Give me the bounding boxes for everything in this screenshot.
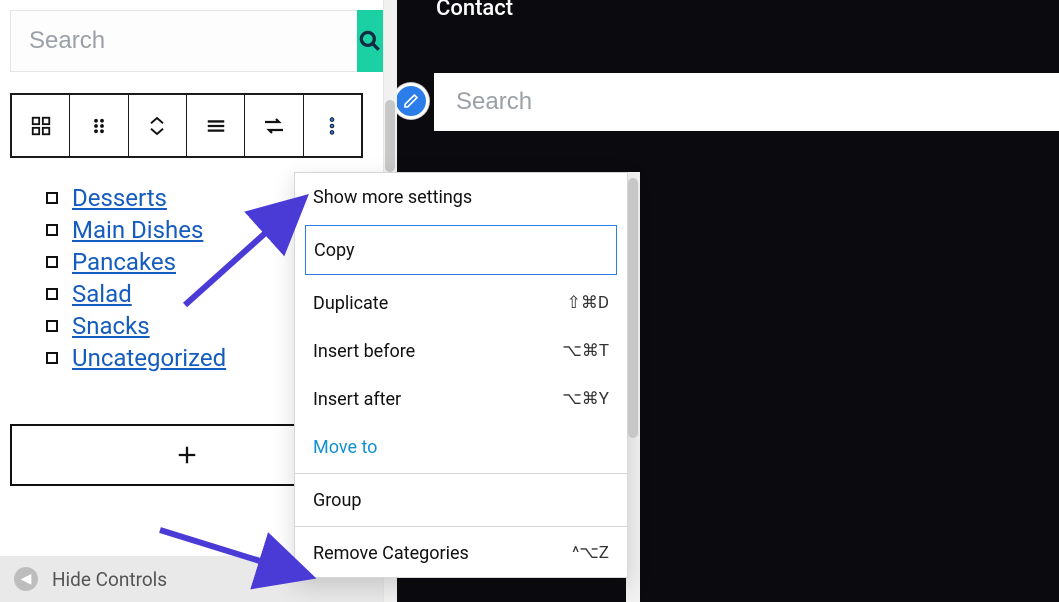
- menu-item-label: Duplicate: [313, 293, 388, 314]
- list-item: Snacks: [46, 312, 226, 340]
- menu-duplicate[interactable]: Duplicate ⇧⌘D: [295, 279, 627, 327]
- toolbar-transform[interactable]: [245, 95, 303, 156]
- category-link[interactable]: Pancakes: [72, 248, 176, 276]
- preview-search-input[interactable]: [456, 88, 1037, 116]
- edit-block-button[interactable]: [393, 83, 429, 119]
- menu-separator: [295, 526, 627, 527]
- search-icon: [357, 28, 383, 54]
- menu-remove[interactable]: Remove Categories ^⌥Z: [295, 529, 627, 577]
- menu-item-label: Move to: [313, 437, 377, 458]
- menu-scrollbar-thumb[interactable]: [628, 178, 638, 438]
- menu-group[interactable]: Group: [295, 476, 627, 524]
- list-item: Main Dishes: [46, 216, 226, 244]
- toolbar-more-options[interactable]: [304, 95, 361, 156]
- block-toolbar: [10, 93, 363, 158]
- chevron-up-icon: [148, 116, 166, 126]
- toolbar-drag-handle[interactable]: [70, 95, 128, 156]
- bullet-icon: [46, 224, 58, 236]
- bullet-icon: [46, 352, 58, 364]
- widget-search-input[interactable]: [10, 10, 357, 72]
- menu-show-more-settings[interactable]: Show more settings: [295, 173, 627, 221]
- category-link[interactable]: Main Dishes: [72, 216, 203, 244]
- widget-search: [10, 10, 363, 72]
- list-item: Uncategorized: [46, 344, 226, 372]
- menu-copy[interactable]: Copy: [305, 225, 617, 275]
- menu-item-shortcut: ⌥⌘Y: [562, 389, 609, 409]
- menu-item-shortcut: ⇧⌘D: [567, 293, 609, 313]
- hide-controls-label: Hide Controls: [52, 568, 167, 591]
- pencil-icon: [403, 93, 419, 109]
- bullet-icon: [46, 192, 58, 204]
- menu-item-label: Remove Categories: [313, 543, 469, 564]
- category-link[interactable]: Uncategorized: [72, 344, 226, 372]
- toolbar-align[interactable]: [187, 95, 245, 156]
- chevron-left-icon: ◀: [14, 567, 38, 591]
- list-item: Pancakes: [46, 248, 226, 276]
- plus-icon: [176, 444, 198, 466]
- align-icon: [205, 115, 227, 137]
- chevron-down-icon: [148, 126, 166, 136]
- menu-insert-before[interactable]: Insert before ⌥⌘T: [295, 327, 627, 375]
- swap-icon: [262, 114, 286, 138]
- menu-item-label: Group: [313, 490, 361, 511]
- categories-list: Desserts Main Dishes Pancakes Salad Snac…: [46, 180, 226, 376]
- menu-item-label: Show more settings: [313, 187, 472, 208]
- category-link[interactable]: Desserts: [72, 184, 167, 212]
- widget-search-button[interactable]: [357, 10, 383, 72]
- menu-item-label: Insert after: [313, 389, 401, 410]
- menu-separator: [295, 473, 627, 474]
- grid-icon: [30, 115, 52, 137]
- toolbar-move[interactable]: [129, 95, 187, 156]
- menu-item-shortcut: ^⌥Z: [572, 543, 609, 563]
- list-item: Desserts: [46, 184, 226, 212]
- list-item: Salad: [46, 280, 226, 308]
- menu-insert-after[interactable]: Insert after ⌥⌘Y: [295, 375, 627, 423]
- menu-item-shortcut: ⌥⌘T: [562, 341, 609, 361]
- more-vertical-icon: [321, 115, 343, 137]
- bullet-icon: [46, 320, 58, 332]
- category-link[interactable]: Snacks: [72, 312, 150, 340]
- bullet-icon: [46, 256, 58, 268]
- menu-item-label: Insert before: [313, 341, 415, 362]
- block-options-menu: Show more settings Copy Duplicate ⇧⌘D Ins…: [294, 172, 628, 578]
- preview-search-field[interactable]: [434, 73, 1059, 131]
- nav-contact[interactable]: Contact: [436, 0, 513, 21]
- toolbar-block-type[interactable]: [12, 95, 70, 156]
- menu-item-label: Copy: [314, 240, 355, 261]
- bullet-icon: [46, 288, 58, 300]
- category-link[interactable]: Salad: [72, 280, 132, 308]
- menu-move-to[interactable]: Move to: [295, 423, 627, 471]
- drag-handle-icon: [90, 117, 108, 135]
- sidebar-scrollbar-thumb[interactable]: [385, 100, 395, 172]
